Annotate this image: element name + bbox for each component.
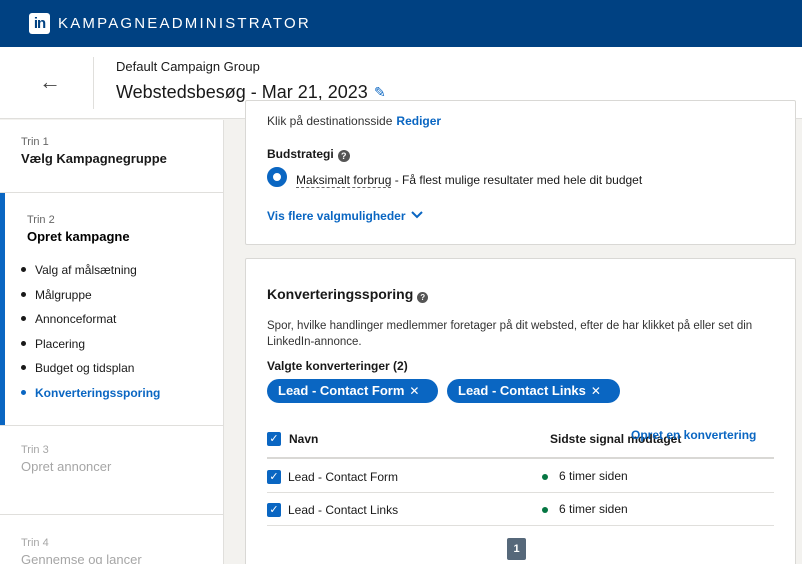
table-header: ✓ Navn Sidste signal modtaget Opret en k…: [267, 428, 774, 459]
close-icon[interactable]: ✕: [409, 384, 419, 398]
selected-conversions-label: Valgte konverteringer (2): [267, 359, 408, 373]
linkedin-logo[interactable]: in: [29, 13, 50, 34]
bullet-icon: [21, 389, 26, 395]
pencil-icon[interactable]: ✎: [374, 85, 388, 99]
last-signal: 6 timer siden: [559, 469, 628, 483]
select-all-checkbox[interactable]: ✓: [267, 432, 281, 446]
substep-objective[interactable]: Valg af målsætning: [21, 258, 223, 283]
conversion-tracking-card: Konverteringssporing? Spor, hvilke handl…: [245, 258, 796, 564]
section-title: Konverteringssporing?: [267, 286, 429, 303]
active-step-indicator: [0, 193, 5, 425]
step-3[interactable]: Trin 3 Opret annoncer: [0, 426, 223, 515]
create-conversion-link[interactable]: Opret en konvertering: [631, 428, 756, 442]
optimization-goal-text: Klik på destinationsside: [267, 114, 393, 128]
step-name: Opret annoncer: [21, 459, 112, 474]
bid-option-label: Maksimalt forbrug - Få flest mulige resu…: [296, 173, 643, 188]
bid-option-name: Maksimalt forbrug: [296, 173, 392, 188]
substep-audience[interactable]: Målgruppe: [21, 283, 223, 308]
pagination-page-button[interactable]: 1: [507, 538, 526, 560]
step-number: Trin 1: [21, 136, 49, 148]
bid-strategy-label: Budstrategi?: [267, 147, 350, 162]
app-title: KAMPAGNEADMINISTRATOR: [58, 15, 311, 32]
show-more-options-link[interactable]: Vis flere valgmuligheder: [267, 209, 423, 223]
bullet-icon: [21, 365, 26, 371]
step-name: Gennemse og lancer: [21, 552, 142, 564]
bullet-icon: [21, 291, 26, 297]
conversion-chip[interactable]: Lead - Contact Form ✕: [267, 379, 438, 403]
column-name-header[interactable]: Navn: [289, 432, 318, 446]
step-2[interactable]: Trin 2 Opret kampagne Valg af målsætning…: [0, 193, 223, 426]
substep-ad-format[interactable]: Annonceformat: [21, 307, 223, 332]
step-name: Vælg Kampagnegruppe: [21, 151, 167, 166]
step-name: Opret kampagne: [27, 229, 130, 244]
substep-conversion-tracking[interactable]: Konverteringssporing: [21, 381, 223, 406]
last-signal: 6 timer siden: [559, 502, 628, 516]
edit-goal-link[interactable]: Rediger: [396, 114, 441, 128]
step-number: Trin 2: [27, 214, 55, 226]
row-checkbox[interactable]: ✓: [267, 470, 281, 484]
status-dot-icon: [542, 474, 548, 480]
help-icon[interactable]: ?: [337, 150, 350, 162]
conversion-name: Lead - Contact Form: [288, 470, 399, 484]
step-sidebar: Trin 1 Vælg Kampagnegruppe Trin 2 Opret …: [0, 120, 224, 564]
back-arrow-icon[interactable]: ←: [37, 69, 63, 95]
step-number: Trin 4: [21, 537, 49, 549]
close-icon[interactable]: ✕: [591, 384, 601, 398]
header-divider: [93, 57, 94, 109]
max-delivery-radio[interactable]: [267, 167, 287, 187]
section-description: Spor, hvilke handlinger medlemmer foreta…: [267, 320, 753, 348]
substep-placement[interactable]: Placering: [21, 332, 223, 357]
table-row[interactable]: ✓ Lead - Contact Links 6 timer siden: [267, 493, 774, 526]
top-bar: in KAMPAGNEADMINISTRATOR: [0, 0, 802, 47]
table-row[interactable]: ✓ Lead - Contact Form 6 timer siden: [267, 460, 774, 493]
bullet-icon: [21, 340, 26, 346]
substep-list: Valg af målsætning Målgruppe Annonceform…: [21, 258, 223, 405]
status-dot-icon: [542, 507, 548, 513]
row-checkbox[interactable]: ✓: [267, 503, 281, 517]
step-4[interactable]: Trin 4 Gennemse og lancer: [0, 515, 223, 564]
bid-option-description: - Få flest mulige resultater med hele di…: [391, 173, 643, 187]
conversion-name: Lead - Contact Links: [288, 503, 399, 517]
help-icon[interactable]: ?: [417, 292, 429, 303]
optimization-goal: Klik på destinationsside Rediger: [267, 114, 441, 128]
step-1[interactable]: Trin 1 Vælg Kampagnegruppe: [0, 120, 223, 193]
bullet-icon: [21, 267, 26, 273]
chevron-down-icon: [411, 211, 423, 219]
conversion-chip[interactable]: Lead - Contact Links ✕: [447, 379, 620, 403]
substep-budget[interactable]: Budget og tidsplan: [21, 356, 223, 381]
bidding-card: Klik på destinationsside Rediger Budstrat…: [245, 100, 796, 245]
campaign-group-name: Default Campaign Group: [116, 59, 260, 74]
bullet-icon: [21, 316, 26, 322]
step-number: Trin 3: [21, 444, 49, 456]
